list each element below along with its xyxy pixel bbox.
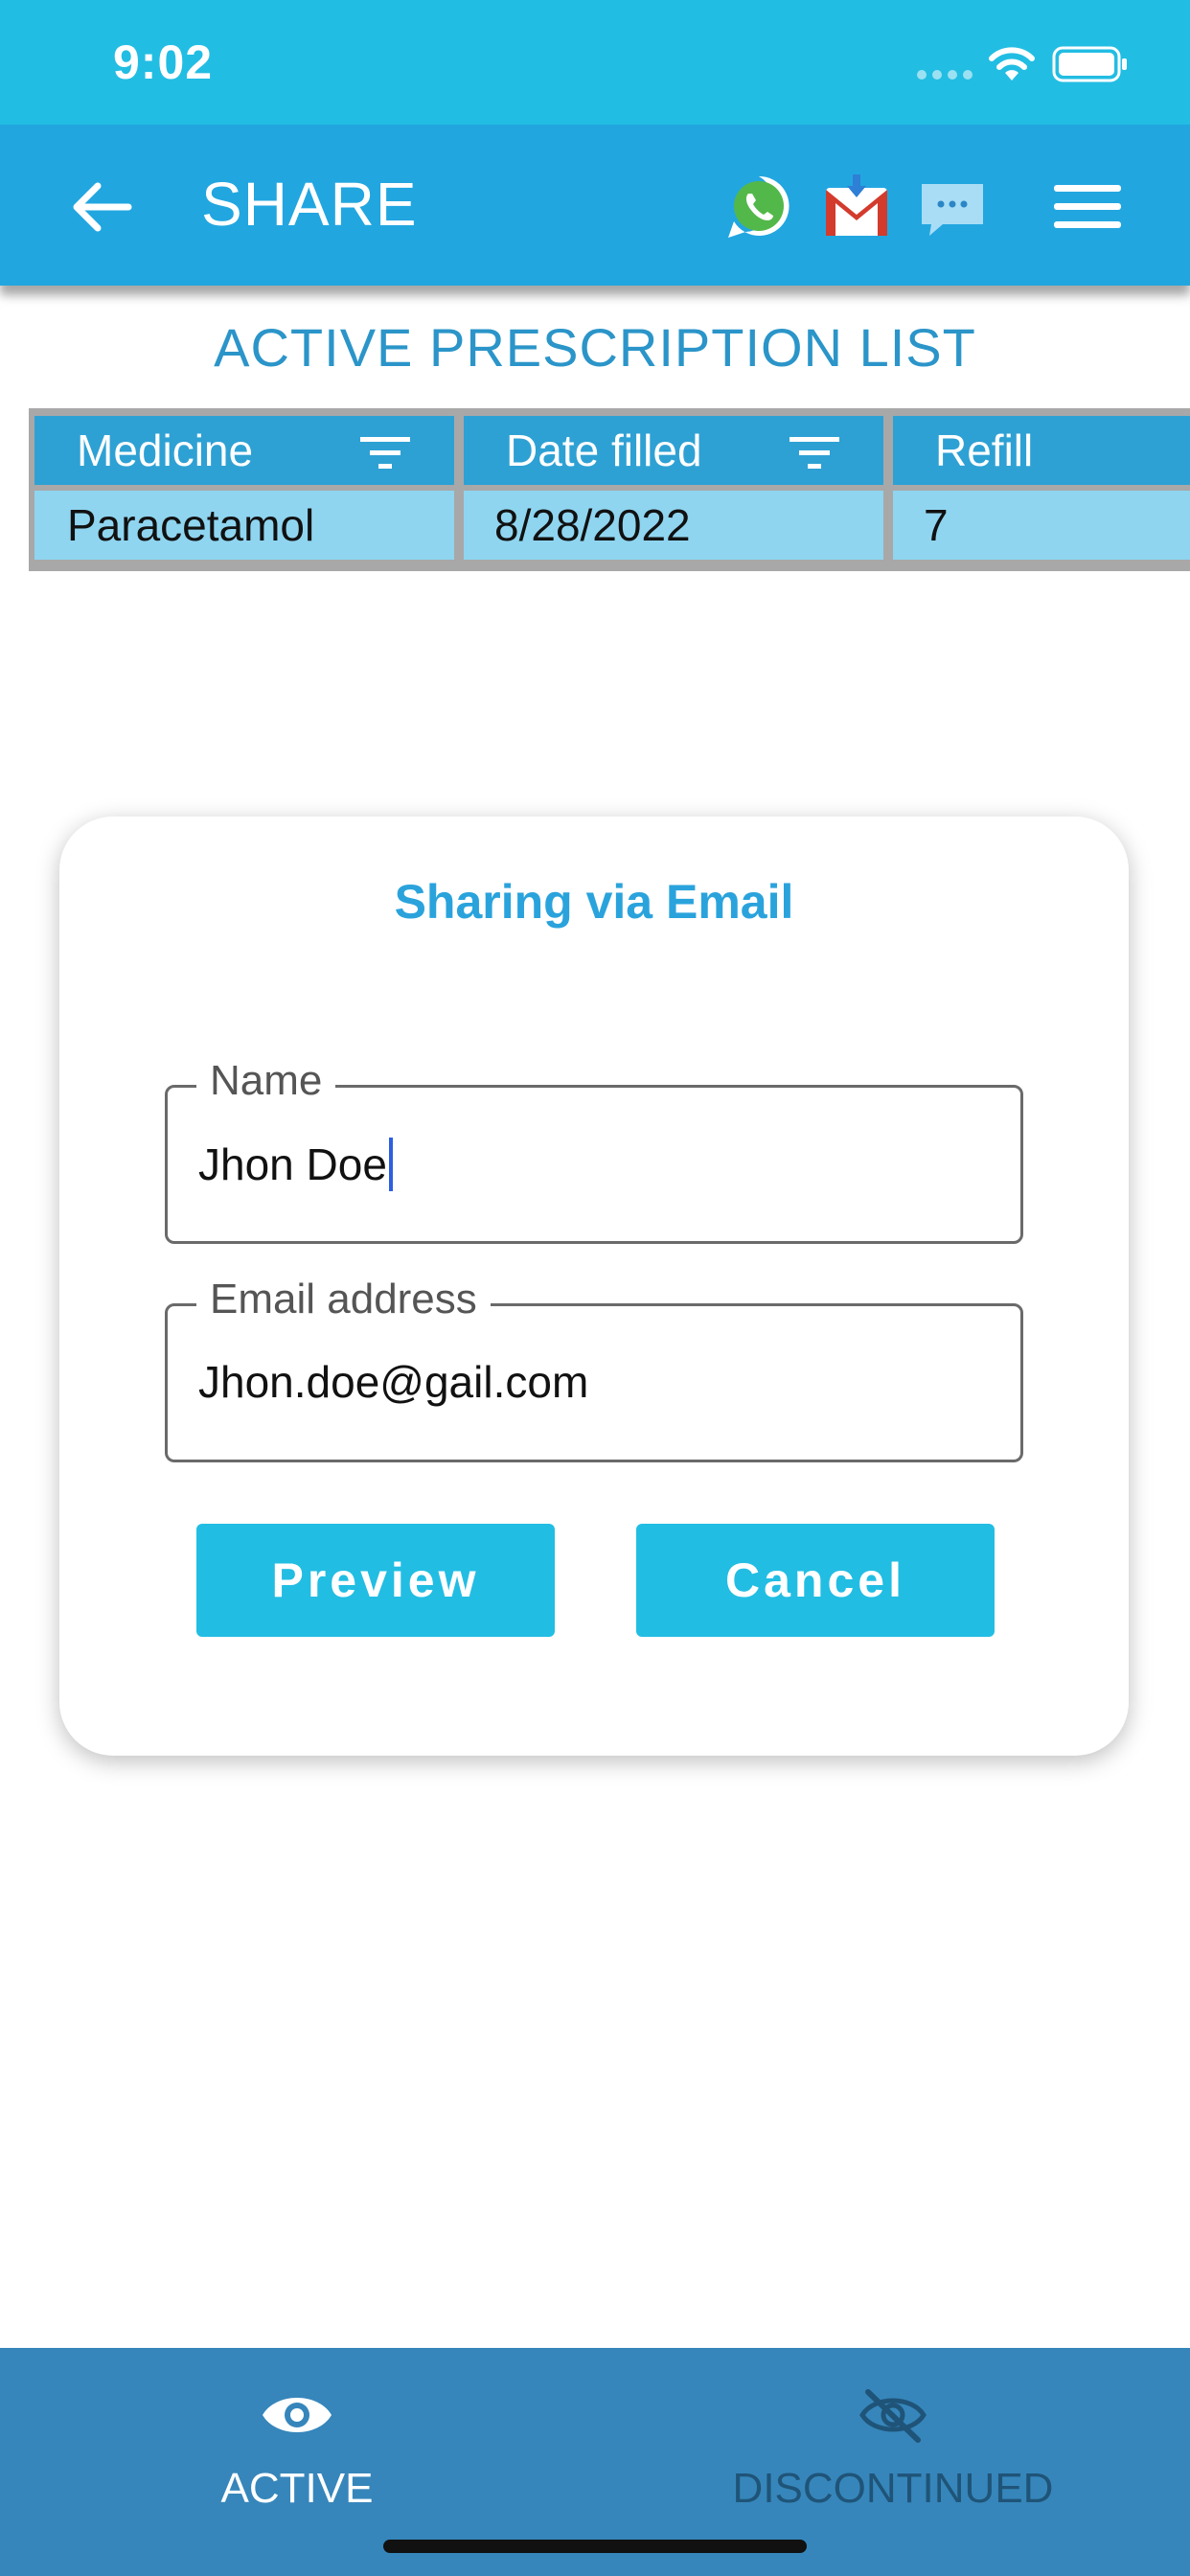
email-input[interactable]: Jhon.doe@gail.com xyxy=(198,1356,588,1408)
gmail-share-button[interactable] xyxy=(818,169,895,245)
signal-icon xyxy=(917,70,973,80)
eye-off-icon xyxy=(859,2389,927,2443)
gmail-icon xyxy=(826,174,887,236)
eye-icon xyxy=(263,2398,332,2432)
column-header-refill[interactable]: Refill xyxy=(893,416,1190,485)
email-field[interactable]: Email address Jhon.doe@gail.com xyxy=(165,1276,1023,1462)
email-field-label: Email address xyxy=(196,1276,491,1323)
share-email-dialog: Sharing via Email Name Jhon Doe Email ad… xyxy=(59,816,1129,1756)
name-field-label: Name xyxy=(196,1057,336,1105)
table-cell-date-filled[interactable]: 8/28/2022 xyxy=(464,491,883,560)
status-bar: 9:02 xyxy=(0,0,1190,125)
filter-icon[interactable] xyxy=(360,435,410,472)
back-button[interactable] xyxy=(57,169,144,245)
name-input[interactable]: Jhon Doe xyxy=(198,1138,387,1190)
app-bar: SHARE xyxy=(0,125,1190,286)
list-title: ACTIVE PRESCRIPTION LIST xyxy=(214,317,976,378)
page-title: SHARE xyxy=(201,170,418,239)
tab-discontinued[interactable]: DISCONTINUED xyxy=(606,2367,1180,2540)
battery-icon xyxy=(1052,46,1127,82)
filter-icon[interactable] xyxy=(790,435,839,472)
status-time: 9:02 xyxy=(113,35,214,89)
preview-button[interactable]: Preview xyxy=(196,1524,555,1637)
whatsapp-icon xyxy=(728,175,790,238)
tab-active-label: ACTIVE xyxy=(220,2465,374,2512)
text-cursor xyxy=(388,1138,393,1191)
whatsapp-share-button[interactable] xyxy=(721,169,797,245)
message-icon xyxy=(922,184,983,236)
column-header-medicine[interactable]: Medicine xyxy=(34,416,454,485)
cancel-button[interactable]: Cancel xyxy=(636,1524,995,1637)
name-field[interactable]: Name Jhon Doe xyxy=(165,1057,1023,1244)
column-header-date-filled[interactable]: Date filled xyxy=(464,416,883,485)
wifi-icon xyxy=(989,47,1035,80)
column-header-label: Date filled xyxy=(506,426,702,475)
message-share-button[interactable] xyxy=(914,169,991,245)
column-header-label: Refill xyxy=(935,426,1034,475)
menu-button[interactable] xyxy=(1044,169,1131,245)
prescription-table: Medicine Date filled Refill Paracetamol … xyxy=(29,408,1190,571)
name-field-value-wrap: Jhon Doe xyxy=(198,1138,393,1191)
home-indicator[interactable] xyxy=(383,2540,807,2553)
tab-active[interactable]: ACTIVE xyxy=(10,2367,584,2540)
dialog-title: Sharing via Email xyxy=(394,875,794,929)
table-cell-refill[interactable]: 7 xyxy=(893,491,1190,560)
menu-icon xyxy=(1054,185,1121,228)
column-header-label: Medicine xyxy=(77,426,254,475)
arrow-left-icon xyxy=(73,182,132,232)
tab-discontinued-label: DISCONTINUED xyxy=(732,2465,1054,2512)
table-cell-medicine[interactable]: Paracetamol xyxy=(34,491,454,560)
